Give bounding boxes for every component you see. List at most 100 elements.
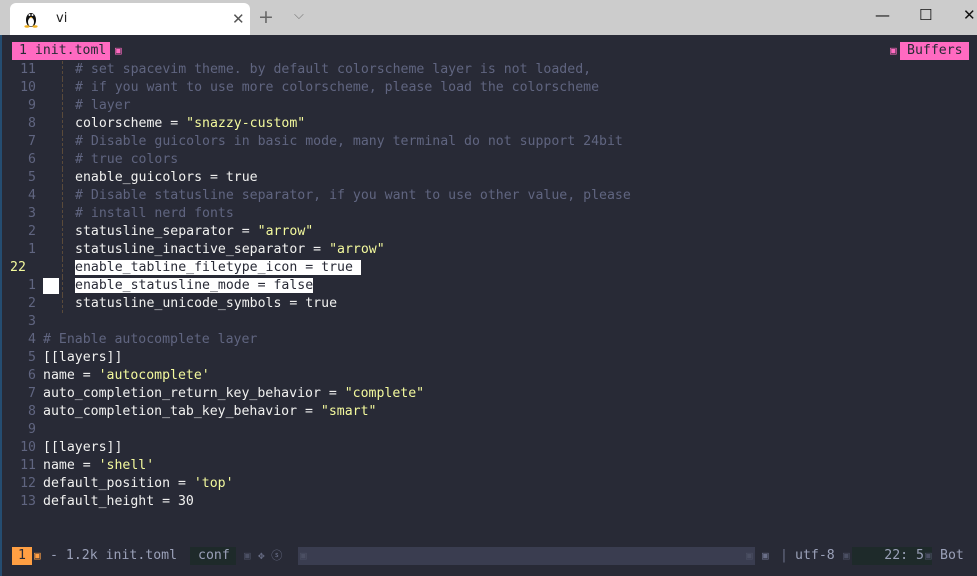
code-lines[interactable]: 11 # set spacevim theme. by default color…: [0, 61, 977, 511]
line-number: 7: [28, 134, 36, 149]
mode-indicator: 1: [12, 547, 32, 565]
string-value: "complete": [344, 386, 425, 401]
code-text: # layer: [75, 98, 131, 113]
window-titlebar: vi ✕ + ⌵ — ☐ ✕: [0, 0, 977, 35]
line-number: 10: [20, 440, 36, 455]
code-line[interactable]: 7 # Disable guicolors in basic mode, many…: [0, 133, 977, 151]
indent-guide: [62, 259, 63, 277]
code-line[interactable]: 10 [[layers]]: [0, 439, 977, 457]
tab-title: vi: [56, 11, 68, 26]
code-key: colorscheme =: [75, 116, 187, 131]
indent-guide: [62, 223, 63, 241]
code-line[interactable]: 13 default_height = 30: [0, 493, 977, 511]
code-text: statusline_inactive_separator = "arrow": [75, 241, 385, 259]
code-line[interactable]: 6 name = 'autocomplete': [0, 367, 977, 385]
filetype-label: conf: [190, 547, 236, 565]
code-line[interactable]: 10 # if you want to use more colorscheme,…: [0, 79, 977, 97]
vim-editor[interactable]: 1 init.toml ▣ ▣ Buffers 11 # set spacevim…: [0, 35, 977, 576]
statusline-fill: [298, 547, 755, 565]
code-line[interactable]: 2 statusline_separator = "arrow": [0, 223, 977, 241]
code-line[interactable]: 1 statusline_inactive_separator = "arrow": [0, 241, 977, 259]
string-value: "smart": [320, 404, 377, 419]
separator-icon: ▣: [843, 549, 850, 562]
close-window-button[interactable]: ✕: [963, 6, 976, 24]
line-number: 2: [28, 296, 36, 311]
line-number: 6: [28, 368, 36, 383]
vim-tabline: 1 init.toml ▣ ▣ Buffers: [0, 42, 977, 60]
string-value: "arrow": [329, 242, 385, 257]
buffer-tab-init-toml[interactable]: 1 init.toml: [12, 42, 111, 60]
code-line[interactable]: 8 colorscheme = "snazzy-custom": [0, 115, 977, 133]
code-key: name =: [43, 368, 99, 383]
code-text: # install nerd fonts: [75, 206, 234, 221]
minimize-button[interactable]: —: [875, 6, 890, 24]
code-text: # set spacevim theme. by default colorsc…: [75, 62, 592, 77]
code-line[interactable]: 4 # Disable statusline separator, if you …: [0, 187, 977, 205]
selected-text: enable_statusline_mode = false: [75, 278, 314, 293]
code-line[interactable]: 6 # true colors: [0, 151, 977, 169]
indent-guide: [62, 97, 63, 115]
code-line[interactable]: 9: [0, 421, 977, 439]
code-line[interactable]: 11 name = 'shell': [0, 457, 977, 475]
line-number: 3: [28, 206, 36, 221]
line-number: 22: [10, 260, 26, 275]
code-text: enable_tabline_filetype_icon = true: [75, 259, 361, 277]
line-number: 8: [28, 404, 36, 419]
line-number: 9: [28, 422, 36, 437]
terminal-tab[interactable]: vi ✕: [10, 3, 250, 35]
code-text: # Disable statusline separator, if you w…: [75, 188, 631, 203]
code-line[interactable]: 5 [[layers]]: [0, 349, 977, 367]
buffers-label: Buffers: [900, 42, 969, 60]
code-text: [[layers]]: [43, 440, 123, 455]
code-line[interactable]: 5 enable_guicolors = true: [0, 169, 977, 187]
separator-icon: ▣: [115, 44, 122, 57]
string-value: 'autocomplete': [98, 368, 210, 383]
line-number: 4: [28, 332, 36, 347]
new-tab-button[interactable]: +: [258, 6, 274, 28]
separator-icon: ▣: [244, 549, 251, 562]
code-line[interactable]: 12 default_position = 'top': [0, 475, 977, 493]
line-number: 8: [28, 116, 36, 131]
line-number: 1: [28, 278, 36, 293]
code-text: auto_completion_tab_key_behavior = "smar…: [43, 403, 376, 421]
indent-guide: [62, 295, 63, 313]
code-key: name =: [43, 458, 99, 473]
indent-guide: [62, 133, 63, 151]
line-number: 13: [20, 494, 36, 509]
code-text: [[layers]]: [43, 350, 123, 365]
code-text: # true colors: [75, 152, 179, 167]
code-line[interactable]: 2 statusline_unicode_symbols = true: [0, 295, 977, 313]
code-line[interactable]: 22 enable_tabline_filetype_icon = true: [0, 259, 977, 277]
indent-guide: [62, 187, 63, 205]
line-number: 3: [28, 314, 36, 329]
code-text: enable_guicolors = true: [75, 170, 258, 185]
chevron-down-icon[interactable]: ⌵: [294, 8, 304, 23]
string-value: 'top': [193, 476, 234, 491]
code-key: auto_completion_return_key_behavior =: [43, 386, 345, 401]
code-line[interactable]: 9 # layer: [0, 97, 977, 115]
code-line[interactable]: 8 auto_completion_tab_key_behavior = "sma…: [0, 403, 977, 421]
cursor-position: 22: 5: [852, 547, 932, 565]
window-border: [0, 35, 2, 576]
code-line[interactable]: 4 # Enable autocomplete layer: [0, 331, 977, 349]
indent-guide: [62, 115, 63, 133]
string-value: "snazzy-custom": [186, 116, 306, 131]
maximize-button[interactable]: ☐: [919, 6, 932, 24]
close-tab-icon[interactable]: ✕: [232, 10, 245, 28]
code-line[interactable]: 3 # install nerd fonts: [0, 205, 977, 223]
code-text: enable_statusline_mode = false: [75, 277, 314, 295]
code-line[interactable]: 1 enable_statusline_mode = false: [0, 277, 977, 295]
indent-guide: [62, 277, 63, 295]
code-text: # if you want to use more colorscheme, p…: [75, 80, 600, 95]
code-text: # Enable autocomplete layer: [43, 332, 258, 347]
line-number: 9: [28, 98, 36, 113]
code-text: name = 'shell': [43, 457, 154, 475]
line-number: 2: [28, 224, 36, 239]
string-value: "arrow": [257, 224, 314, 239]
indent-guide: [62, 169, 63, 187]
code-text: statusline_unicode_symbols = true: [75, 296, 338, 311]
code-line[interactable]: 11 # set spacevim theme. by default color…: [0, 61, 977, 79]
code-line[interactable]: 3: [0, 313, 977, 331]
code-line[interactable]: 7 auto_completion_return_key_behavior = "…: [0, 385, 977, 403]
line-number: 4: [28, 188, 36, 203]
